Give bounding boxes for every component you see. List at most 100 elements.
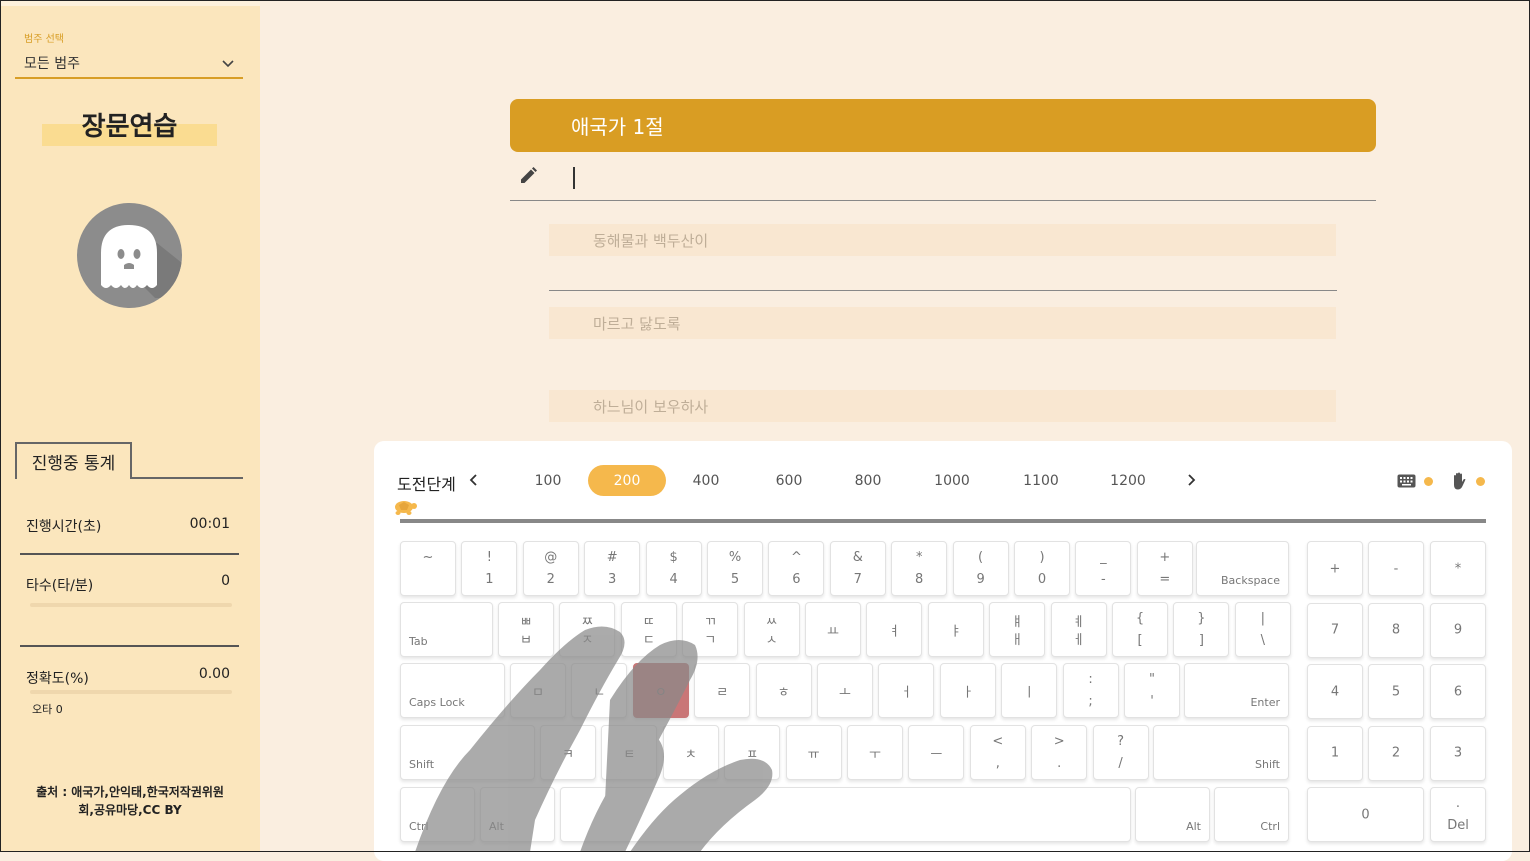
key[interactable]: * 8 (891, 541, 948, 596)
numpad-key[interactable]: 9 (1430, 602, 1486, 658)
key-label: % (728, 550, 742, 565)
level-option[interactable]: 800 (829, 465, 907, 496)
key[interactable]: ㅃㅂ (498, 602, 554, 657)
key-label: ㅏ (961, 685, 974, 700)
key[interactable]: ㅁ (510, 663, 566, 718)
key[interactable]: ㅇ (632, 663, 689, 718)
key[interactable]: ㅌ (601, 725, 658, 780)
shift-key-left[interactable]: Shift (400, 725, 535, 780)
key-label: * (915, 550, 923, 565)
numpad-key[interactable]: 4 (1307, 664, 1363, 719)
avatar (77, 203, 182, 308)
alt-key-left[interactable]: Alt (480, 787, 555, 842)
key[interactable]: ㅛ (805, 602, 861, 657)
numpad-zero-key[interactable]: 0 (1307, 787, 1424, 842)
numpad-key[interactable]: 6 (1430, 664, 1486, 719)
level-option-active[interactable]: 200 (588, 465, 666, 496)
key[interactable]: ㄸㄷ (620, 602, 677, 657)
numpad-key[interactable]: 5 (1368, 664, 1424, 719)
level-option[interactable]: 100 (509, 465, 587, 496)
keyboard-toggle-dot[interactable] (1424, 477, 1433, 486)
key[interactable]: ㅑ (927, 602, 984, 657)
enter-key[interactable]: Enter (1184, 663, 1289, 718)
key-label: ㅑ (949, 624, 962, 639)
key[interactable]: ! 1 (461, 541, 518, 596)
key[interactable]: + = (1136, 541, 1193, 596)
key[interactable]: $4 (645, 541, 702, 596)
key[interactable]: >. (1031, 725, 1088, 780)
typing-input[interactable] (573, 167, 575, 189)
key[interactable]: ? / (1092, 725, 1149, 780)
key[interactable]: :; (1062, 663, 1119, 718)
key[interactable]: ㅡ (908, 725, 965, 780)
key[interactable]: ㅊ (662, 725, 719, 780)
numpad-key[interactable]: + (1307, 541, 1363, 596)
key[interactable]: (9 (952, 541, 1009, 596)
numpad-key[interactable]: 7 (1307, 602, 1363, 658)
ctrl-key-right[interactable]: Ctrl (1214, 787, 1289, 842)
key[interactable]: ㅖㅔ (1050, 602, 1107, 657)
key[interactable]: ㅠ (785, 725, 842, 780)
numpad-key[interactable]: 8 (1368, 602, 1424, 658)
level-option[interactable]: 1200 (1089, 465, 1167, 496)
caps-lock-key[interactable]: Caps Lock (400, 663, 505, 718)
key[interactable]: <, (969, 725, 1026, 780)
level-option[interactable]: 600 (750, 465, 828, 496)
hand-toggle-dot[interactable] (1476, 477, 1485, 486)
input-underline (510, 200, 1376, 201)
key[interactable]: ㅕ (866, 602, 923, 657)
key[interactable]: {[ (1112, 602, 1168, 657)
key-label: [ (1137, 633, 1143, 648)
key[interactable]: | \ (1234, 602, 1291, 657)
space-key[interactable] (560, 787, 1131, 842)
tab-key[interactable]: Tab (400, 602, 493, 657)
chevron-right-icon[interactable] (1184, 473, 1198, 487)
key[interactable]: ㅗ (817, 663, 873, 718)
alt-key-right[interactable]: Alt (1135, 787, 1210, 842)
key[interactable]: _ - (1075, 541, 1132, 596)
level-option[interactable]: 400 (667, 465, 745, 496)
shift-key-right[interactable]: Shift (1153, 725, 1289, 780)
level-progress-track (400, 519, 1486, 523)
key[interactable]: ㅍ (724, 725, 781, 780)
key[interactable]: ㅋ (540, 725, 596, 780)
key[interactable]: ㅜ (847, 725, 903, 780)
numpad-key[interactable]: * (1430, 541, 1486, 596)
stats-tab[interactable]: 진행중 통계 (15, 442, 132, 479)
key[interactable]: ^ 6 (768, 541, 825, 596)
key[interactable]: ㅎ (755, 663, 812, 718)
key[interactable]: ㅏ (939, 663, 996, 718)
key[interactable]: ㅒㅐ (989, 602, 1046, 657)
key[interactable]: ㄴ (571, 663, 628, 718)
level-option[interactable]: 1000 (913, 465, 991, 496)
category-select[interactable]: 모든 범주 (15, 48, 243, 79)
key-label: " (1149, 672, 1155, 687)
numpad-key[interactable]: 3 (1430, 725, 1486, 781)
key-label: ㅆ (765, 615, 778, 630)
key[interactable]: ㄹ (694, 663, 751, 718)
hand-icon[interactable] (1451, 472, 1467, 490)
chevron-left-icon[interactable] (467, 473, 481, 487)
key-label: 6 (792, 572, 801, 587)
key[interactable]: ㅆㅅ (743, 602, 800, 657)
key[interactable]: @2 (522, 541, 579, 596)
numpad-key[interactable]: 1 (1307, 725, 1363, 781)
numpad-key[interactable]: - (1368, 541, 1424, 596)
key[interactable]: ~ (400, 541, 456, 596)
key[interactable]: #3 (584, 541, 641, 596)
key[interactable]: ) 0 (1014, 541, 1070, 596)
numpad-del-key[interactable]: . Del (1430, 787, 1486, 842)
key[interactable]: ㅣ (1001, 663, 1058, 718)
backspace-key[interactable]: Backspace (1196, 541, 1289, 596)
ctrl-key-left[interactable]: Ctrl (400, 787, 475, 842)
key[interactable]: & 7 (829, 541, 886, 596)
key[interactable]: }] (1173, 602, 1230, 657)
key[interactable]: ㅉㅈ (559, 602, 616, 657)
key[interactable]: % 5 (707, 541, 763, 596)
numpad-key[interactable]: 2 (1368, 725, 1424, 781)
key[interactable]: " ' (1124, 663, 1180, 718)
key[interactable]: ㄲㄱ (682, 602, 739, 657)
keyboard-icon[interactable] (1397, 474, 1416, 488)
key[interactable]: ㅓ (878, 663, 935, 718)
level-option[interactable]: 1100 (1002, 465, 1080, 496)
